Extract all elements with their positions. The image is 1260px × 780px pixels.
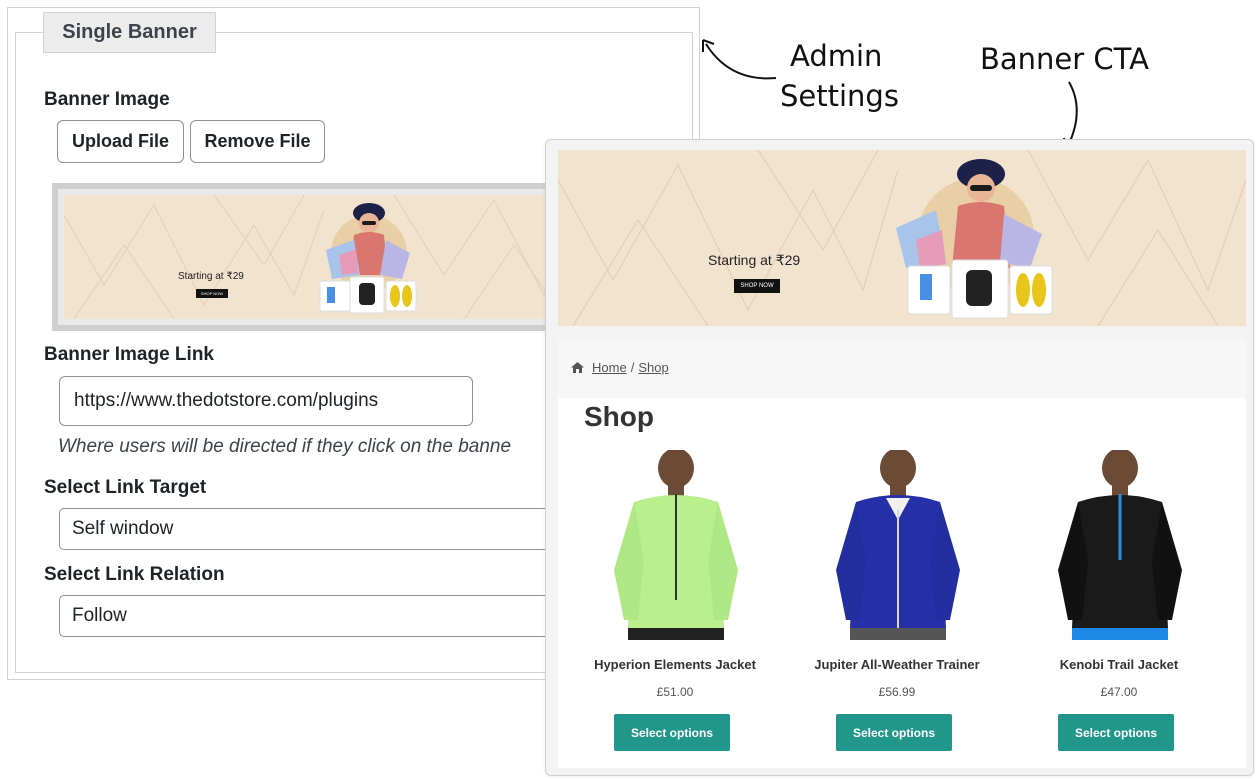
product-price: £56.99 (878, 685, 916, 699)
select-options-button[interactable]: Select options (1058, 714, 1174, 751)
breadcrumb-separator: / (630, 360, 635, 375)
banner-headline: Starting at ₹29 (708, 252, 801, 268)
admin-arrow-curve (705, 43, 777, 80)
breadcrumb: Home / Shop (571, 360, 669, 375)
breadcrumb-shop-link[interactable]: Shop (638, 360, 668, 375)
home-icon (571, 362, 584, 373)
select-options-button[interactable]: Select options (614, 714, 730, 751)
select-options-button[interactable]: Select options (836, 714, 952, 751)
product-price: £51.00 (656, 685, 694, 699)
banner-shop-now-button[interactable]: SHOP NOW (734, 279, 780, 293)
breadcrumb-home-link[interactable]: Home (592, 360, 627, 375)
product-name[interactable]: Jupiter All-Weather Trainer (786, 657, 1008, 672)
product-name[interactable]: Kenobi Trail Jacket (1008, 657, 1230, 672)
black-jacket-model[interactable] (1008, 450, 1230, 640)
cta-arrow-curve (1067, 81, 1078, 147)
blue-jacket-model[interactable] (786, 450, 1008, 640)
product-name[interactable]: Hyperion Elements Jacket (564, 657, 786, 672)
green-jacket-model[interactable] (564, 450, 786, 640)
shop-banner-image[interactable]: Starting at ₹29 SHOP NOW (558, 150, 1246, 326)
shop-title: Shop (584, 401, 654, 432)
product-price: £47.00 (1100, 685, 1138, 699)
shop-preview-window: Starting at ₹29 SHOP NOW Home / Shop Sho… (545, 139, 1254, 776)
shop-banner-graphic (558, 150, 1246, 326)
